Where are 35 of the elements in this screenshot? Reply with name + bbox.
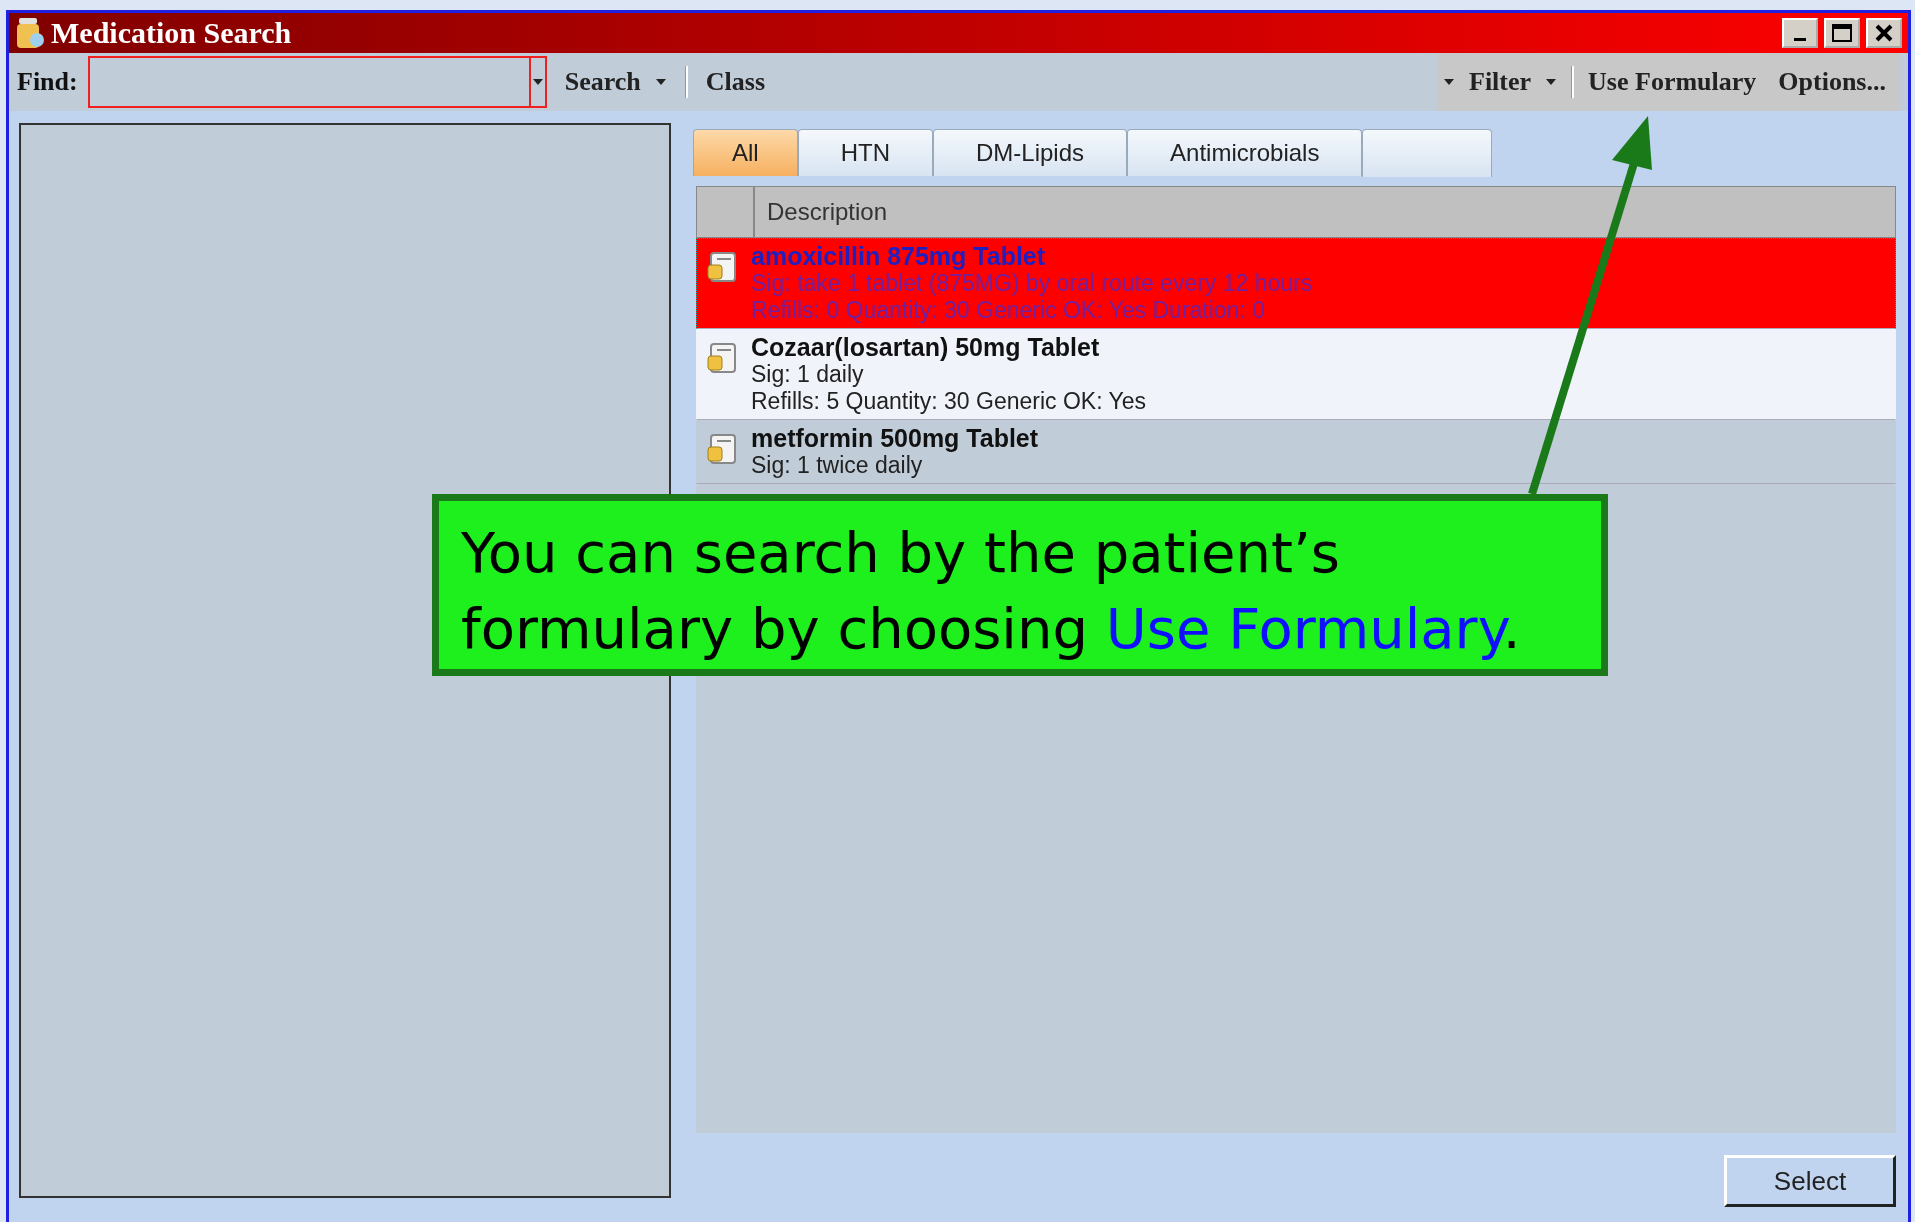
tab[interactable]: All: [693, 129, 798, 176]
medication-detail: Sig: 1 daily: [751, 361, 865, 388]
caret-icon: [654, 78, 667, 86]
medication-name: amoxicillin 875mg Tablet: [751, 243, 1047, 270]
medication-detail: Sig: take 1 tablet (875MG) by oral route every 12 hours: [751, 270, 1313, 297]
close-button[interactable]: [1866, 18, 1902, 48]
medication-detail: Refills: 5 Quantity: 30 Generic OK: Yes: [751, 388, 1147, 415]
find-field[interactable]: [87, 56, 547, 108]
tab[interactable]: DM-Lipids: [933, 129, 1128, 176]
toolbar-item[interactable]: Filter: [1461, 63, 1566, 101]
close-icon: [1875, 24, 1893, 42]
toolbar-item[interactable]: Use Formulary: [1580, 63, 1765, 101]
toolbar-item[interactable]: Search: [556, 63, 675, 101]
window-title: Medication Search: [51, 16, 293, 50]
medication-detail: Sig: 1 twice daily: [751, 452, 924, 479]
select-button[interactable]: Select: [1724, 1155, 1896, 1207]
medication-name: metformin 500mg Tablet: [751, 425, 1039, 452]
minimize-button[interactable]: [1782, 18, 1818, 48]
dropdown-caret-icon: [531, 78, 544, 86]
medication-row[interactable]: Cozaar(losartan) 50mg Tablet Sig: 1 daily Refills: 5 Quantity: 30 Generic OK: Yes: [696, 329, 1896, 420]
maximize-button[interactable]: [1824, 18, 1860, 48]
medication-detail: Refills: 0 Quantity: 30 Generic OK: Yes Duration: 0: [751, 297, 1266, 324]
tab[interactable]: HTN: [797, 129, 933, 176]
find-label: Find:: [17, 67, 78, 97]
callout-text: You can search by the patient’s formulary by choosing Use Formulary.: [432, 494, 1608, 676]
column-header[interactable]: Description: [755, 187, 888, 237]
pill-bottle-icon: [15, 16, 45, 50]
tab[interactable]: Antimicrobials: [1127, 129, 1363, 176]
medication-name: Cozaar(losartan) 50mg Tablet: [751, 334, 1101, 361]
minimize-icon: [1794, 37, 1806, 41]
toolbar-item[interactable]: Class: [697, 63, 773, 101]
toolbar-item[interactable]: Options...: [1770, 63, 1894, 101]
caret-icon: [1545, 78, 1558, 86]
caret-icon: [1443, 78, 1455, 86]
maximize-icon: [1832, 24, 1852, 42]
